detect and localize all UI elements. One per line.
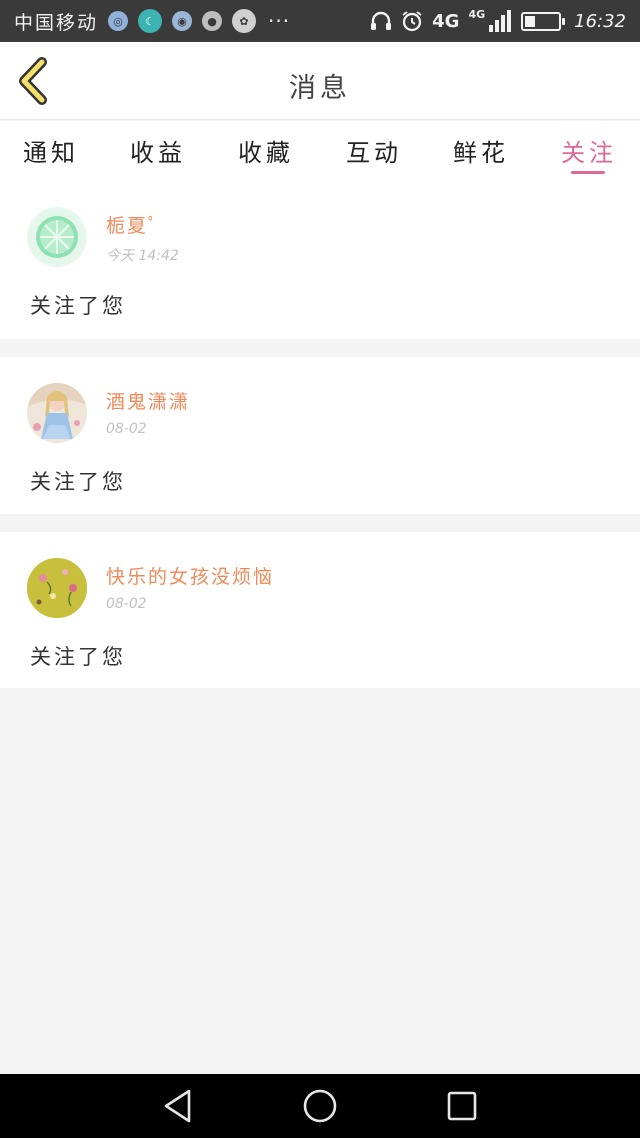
moon-app-icon: ☾ <box>138 9 163 33</box>
list-item[interactable]: 栀夏ﾟ 今天 14:42 关注了您 <box>0 181 640 339</box>
nav-home-button[interactable] <box>300 1086 340 1126</box>
network-type-secondary: 4G <box>468 7 486 21</box>
active-tab-indicator <box>571 171 605 174</box>
doll-avatar-image <box>27 383 87 443</box>
follow-time: 08-02 <box>106 421 147 437</box>
tab-favorites[interactable]: 收藏 <box>221 133 311 168</box>
recent-square-icon <box>447 1091 477 1121</box>
tab-flowers[interactable]: 鲜花 <box>436 133 526 168</box>
flowers-avatar-image <box>27 558 87 618</box>
follow-message: 关注了您 <box>30 294 126 318</box>
tab-earnings[interactable]: 收益 <box>113 133 203 168</box>
nav-back-button[interactable] <box>158 1086 198 1126</box>
follower-name[interactable]: 栀夏ﾟ <box>106 211 160 238</box>
follow-message: 关注了您 <box>30 470 126 494</box>
nav-recent-button[interactable] <box>442 1086 482 1126</box>
app-notification-icon: ● <box>202 11 223 31</box>
app-notification-icon: ✿ <box>232 9 257 33</box>
avatar[interactable] <box>27 558 87 618</box>
follow-message: 关注了您 <box>30 645 126 669</box>
follow-time: 今天 14:42 <box>106 248 179 264</box>
carrier-name: 中国移动 <box>14 11 99 34</box>
headphones-icon <box>371 11 392 30</box>
avatar[interactable] <box>27 207 87 267</box>
follower-name[interactable]: 快乐的女孩没烦恼 <box>106 562 274 589</box>
app-notification-icon: ◉ <box>172 11 193 31</box>
page-title: 消息 <box>289 73 351 104</box>
header: 消息 <box>0 42 640 120</box>
tab-notice[interactable]: 通知 <box>6 133 96 168</box>
battery-level <box>525 15 536 27</box>
list-item[interactable]: 酒鬼潇潇 08-02 关注了您 <box>0 357 640 514</box>
follower-name[interactable]: 酒鬼潇潇 <box>106 387 190 414</box>
tab-following[interactable]: 关注 <box>544 133 634 168</box>
home-circle-icon <box>303 1089 337 1123</box>
avatar[interactable] <box>27 383 87 443</box>
list-item[interactable]: 快乐的女孩没烦恼 08-02 关注了您 <box>0 532 640 688</box>
tab-interactions[interactable]: 互动 <box>329 133 419 168</box>
signal-icon <box>489 10 512 32</box>
app-notification-icon: ◎ <box>108 11 129 31</box>
status-bar: 中国移动 ◎ ☾ ◉ ● ✿ ··· 4G 4G 16:32 <box>0 0 640 42</box>
tab-bar: 通知 收益 收藏 互动 鲜花 关注 <box>0 121 640 181</box>
more-notifications-icon: ··· <box>268 9 291 33</box>
lime-avatar-image <box>29 209 85 265</box>
system-nav-bar <box>0 1074 640 1138</box>
network-type: 4G <box>432 10 460 32</box>
notification-icons: ◎ ☾ ◉ ● ✿ ··· <box>108 9 290 33</box>
clock: 16:32 <box>574 10 626 32</box>
alarm-icon <box>402 11 422 32</box>
follow-time: 08-02 <box>106 596 147 612</box>
back-triangle-icon <box>164 1089 191 1123</box>
battery-icon <box>521 11 566 31</box>
